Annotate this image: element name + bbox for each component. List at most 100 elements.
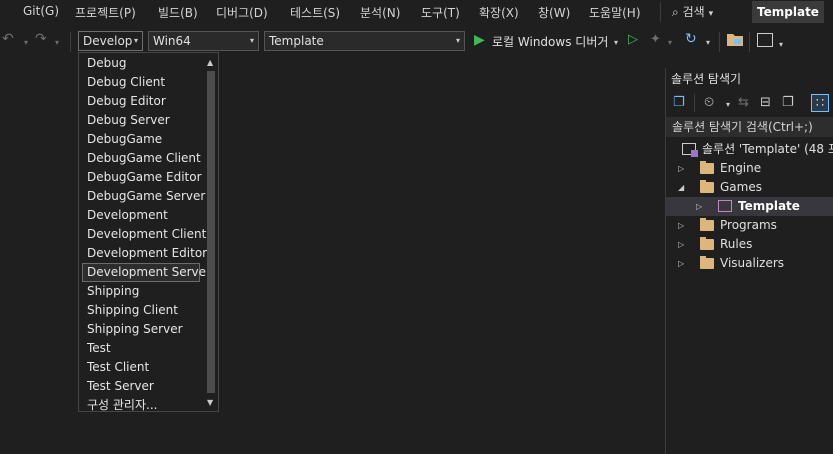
solution-explorer-search-input[interactable]: 솔루션 탐색기 검색(Ctrl+;) xyxy=(666,117,833,137)
dropdown-option[interactable]: Test xyxy=(82,339,200,358)
dropdown-option[interactable]: DebugGame Editor xyxy=(82,168,202,187)
menu-analyze[interactable]: 분석(N) xyxy=(360,4,400,21)
dropdown-option[interactable]: Development Client xyxy=(82,225,206,244)
dropdown-option[interactable]: Debug Server xyxy=(82,111,200,130)
menu-build[interactable]: 빌드(B) xyxy=(158,4,198,21)
configuration-combo[interactable]: Develop ▾ xyxy=(78,31,143,51)
dropdown-option-hovered[interactable]: Development Server xyxy=(82,263,211,282)
folder-icon[interactable] xyxy=(727,33,743,46)
hot-reload-icon[interactable]: ✦ xyxy=(650,32,661,47)
folder-icon xyxy=(700,218,714,231)
menu-debug[interactable]: 디버그(D) xyxy=(216,4,268,21)
configuration-dropdown-list: Debug Debug Client Debug Editor Debug Se… xyxy=(78,52,219,412)
show-all-files-icon[interactable]: ❐ xyxy=(782,95,794,110)
toolbar-separator xyxy=(70,32,71,52)
expand-arrow-icon[interactable]: ▷ xyxy=(678,159,684,178)
redo-icon[interactable]: ↷ xyxy=(35,31,47,47)
dropdown-option[interactable]: DebugGame Server xyxy=(82,187,205,206)
dropdown-option[interactable]: Test Client xyxy=(82,358,200,377)
search-label: 검색 xyxy=(682,5,705,19)
folder-icon xyxy=(700,237,714,250)
menu-window[interactable]: 창(W) xyxy=(538,4,570,21)
layout-chevron-icon[interactable]: ▾ xyxy=(779,40,783,49)
layout-icon[interactable] xyxy=(757,33,773,47)
redo-chevron-icon[interactable]: ▾ xyxy=(55,38,59,47)
menu-help[interactable]: 도움말(H) xyxy=(589,4,641,21)
start-debugging-icon[interactable]: ▶ xyxy=(474,32,485,48)
dropdown-option[interactable]: Test Server xyxy=(82,377,200,396)
pending-changes-icon[interactable]: ⏲ xyxy=(704,95,714,110)
dropdown-scrollbar[interactable]: ▲ ▼ xyxy=(204,53,218,411)
chevron-down-icon: ▾ xyxy=(133,36,138,45)
menu-project[interactable]: 프로젝트(P) xyxy=(75,4,136,21)
solution-icon xyxy=(682,143,698,157)
tree-item-engine[interactable]: ▷ Engine xyxy=(666,159,833,178)
dropdown-option[interactable]: Development xyxy=(82,206,200,225)
dropdown-option[interactable]: Debug xyxy=(82,54,200,73)
startup-project-combo[interactable]: Template ▾ xyxy=(264,31,465,51)
dropdown-option[interactable]: Debug Editor xyxy=(82,92,200,111)
chevron-down-icon[interactable]: ▾ xyxy=(726,100,730,109)
solution-explorer-title: 솔루션 탐색기 xyxy=(671,72,742,86)
dropdown-option[interactable]: Shipping Client xyxy=(82,301,200,320)
scrollbar-thumb[interactable] xyxy=(207,71,215,393)
undo-chevron-icon[interactable]: ▾ xyxy=(24,38,28,47)
menu-bar: Git(G) 프로젝트(P) 빌드(B) 디버그(D) 테스트(S) 분석(N)… xyxy=(0,0,833,24)
chevron-down-icon: ▾ xyxy=(708,9,714,19)
solution-title-badge: Template xyxy=(752,1,824,23)
expand-arrow-icon[interactable]: ▷ xyxy=(678,254,684,273)
switch-views-icon[interactable]: ❐ xyxy=(673,95,685,110)
solution-explorer-panel: 솔루션 탐색기 ❐ ⏲ ▾ ⇆ ⊟ ❐ ∷ 솔루션 탐색기 검색(Ctrl+;)… xyxy=(665,68,833,454)
configuration-value: Develop xyxy=(83,34,133,48)
menu-tools[interactable]: 도구(T) xyxy=(421,4,460,21)
debug-target-chevron-icon[interactable]: ▾ xyxy=(614,38,618,47)
hot-reload-chevron-icon[interactable]: ▾ xyxy=(668,38,672,47)
menu-separator xyxy=(660,2,661,22)
chevron-down-icon: ▾ xyxy=(249,36,254,45)
menu-extensions[interactable]: 확장(X) xyxy=(479,4,519,21)
solution-node-label: 솔루션 'Template' (48 프 xyxy=(702,142,833,156)
platform-value: Win64 xyxy=(153,34,191,48)
solution-node[interactable]: 솔루션 'Template' (48 프 xyxy=(666,140,833,159)
startup-project-value: Template xyxy=(269,34,324,48)
project-icon xyxy=(718,200,732,212)
undo-icon[interactable]: ↶ xyxy=(2,31,14,47)
refresh-chevron-icon[interactable]: ▾ xyxy=(706,38,710,47)
dropdown-option[interactable]: DebugGame xyxy=(82,130,200,149)
folder-icon xyxy=(700,256,714,269)
dropdown-option[interactable]: Debug Client xyxy=(82,73,200,92)
expand-arrow-icon[interactable]: ▷ xyxy=(678,235,684,254)
dropdown-option[interactable]: Development Editor xyxy=(82,244,207,263)
tree-item-label: Template xyxy=(738,199,800,213)
sync-icon[interactable]: ⇆ xyxy=(738,95,749,110)
folder-icon xyxy=(700,161,714,174)
tree-item-rules[interactable]: ▷ Rules xyxy=(666,235,833,254)
dropdown-option[interactable]: Shipping Server xyxy=(82,320,200,339)
dropdown-option[interactable]: Shipping xyxy=(82,282,200,301)
refresh-icon[interactable]: ↻ xyxy=(685,31,697,47)
tree-item-games[interactable]: ◢ Games xyxy=(666,178,833,197)
scroll-up-icon[interactable]: ▲ xyxy=(207,58,213,67)
collapse-arrow-icon[interactable]: ◢ xyxy=(678,178,684,197)
platform-combo[interactable]: Win64 ▾ xyxy=(148,31,259,51)
scroll-down-icon[interactable]: ▼ xyxy=(207,398,213,407)
dropdown-option[interactable]: DebugGame Client xyxy=(82,149,201,168)
expand-arrow-icon[interactable]: ▷ xyxy=(696,197,702,216)
search-menu[interactable]: ⌕ 검색 ▾ xyxy=(672,3,713,20)
tree-item-label: Visualizers xyxy=(720,256,785,270)
configuration-manager-option[interactable]: 구성 관리자... xyxy=(82,396,200,415)
expand-arrow-icon[interactable]: ▷ xyxy=(678,216,684,235)
toolbar-separator xyxy=(694,94,695,112)
collapse-all-icon[interactable]: ⊟ xyxy=(760,95,771,110)
tree-item-visualizers[interactable]: ▷ Visualizers xyxy=(666,254,833,273)
chevron-down-icon: ▾ xyxy=(455,36,460,45)
properties-icon[interactable]: ∷ xyxy=(811,94,829,112)
menu-test[interactable]: 테스트(S) xyxy=(290,4,340,21)
start-debugging-button[interactable]: 로컬 Windows 디버거 xyxy=(492,33,608,50)
tree-item-label: Programs xyxy=(720,218,777,232)
tree-item-template[interactable]: ▷ Template xyxy=(666,197,833,216)
tree-item-programs[interactable]: ▷ Programs xyxy=(666,216,833,235)
toolbar-separator xyxy=(719,32,720,52)
menu-git[interactable]: Git(G) xyxy=(23,4,59,18)
start-without-debugging-icon[interactable]: ▷ xyxy=(628,32,638,47)
